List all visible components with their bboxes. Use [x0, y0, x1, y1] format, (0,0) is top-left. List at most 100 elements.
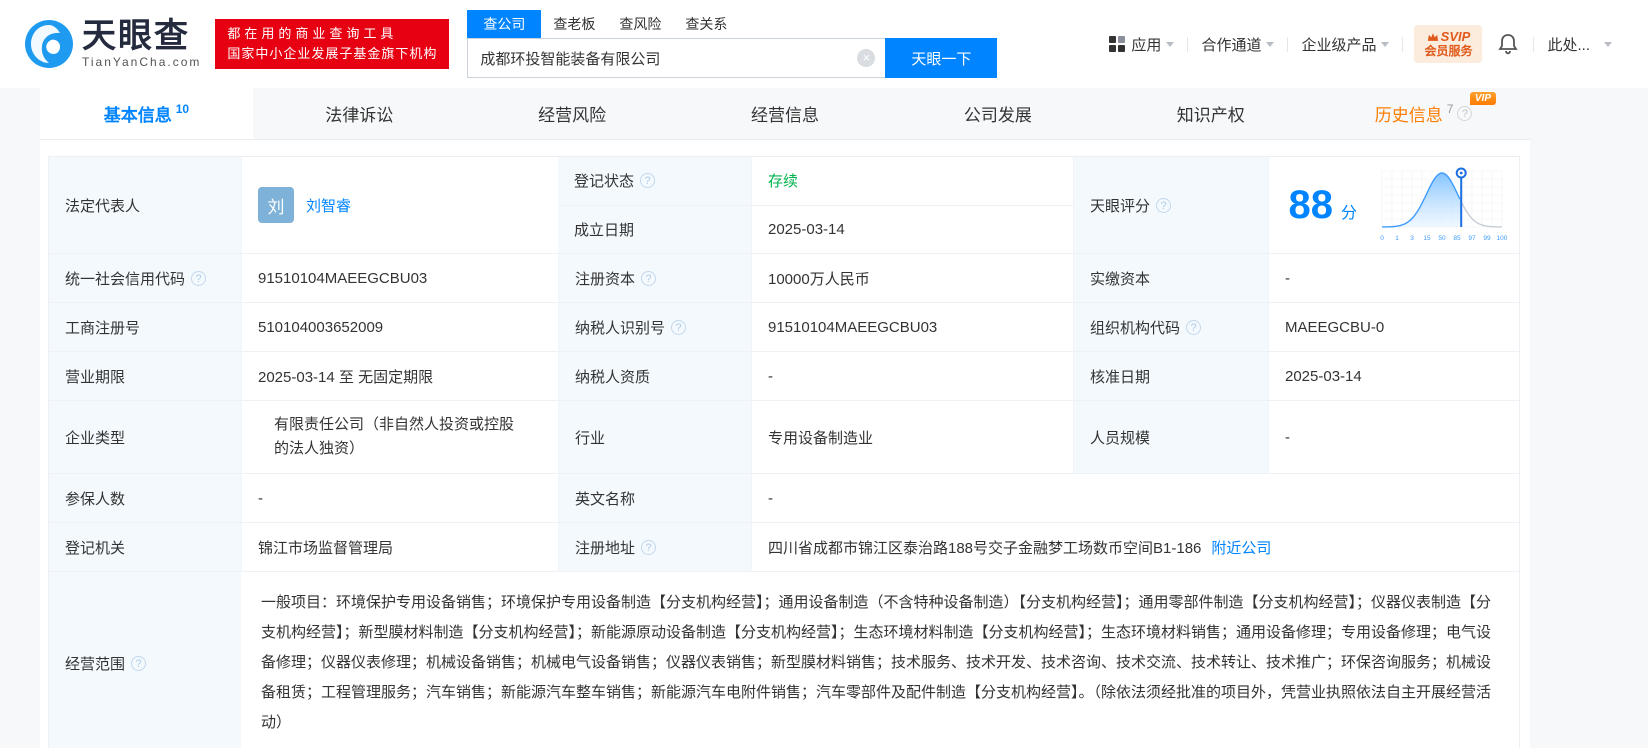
tab-history-info[interactable]: VIP 历史信息 7 ? — [1317, 88, 1530, 139]
company-info-table: 法定代表人 刘 刘智睿 登记状态? 存续 成立日期 2025-03-14 天眼评… — [48, 156, 1520, 748]
tab-legal-proceedings[interactable]: 法律诉讼 — [253, 88, 466, 139]
help-icon[interactable]: ? — [1186, 319, 1202, 335]
legal-rep-link[interactable]: 刘智睿 — [306, 195, 351, 216]
table-row: 企业类型 有限责任公司（非自然人投资或控股的法人独资） 行业 专用设备制造业 人… — [49, 401, 1519, 474]
search-tab-risk[interactable]: 查风险 — [607, 10, 673, 38]
svg-text:1: 1 — [1395, 235, 1399, 242]
help-icon[interactable]: ? — [641, 270, 657, 286]
chevron-down-icon — [1166, 41, 1175, 47]
taxpayer-qualification-value: - — [751, 352, 1073, 400]
company-type-value: 有限责任公司（非自然人投资或控股的法人独资） — [241, 401, 558, 473]
help-icon[interactable]: ? — [641, 539, 657, 555]
paid-capital-value: - — [1268, 254, 1519, 302]
paid-capital-label: 实缴资本 — [1073, 254, 1268, 302]
help-icon[interactable]: ? — [1156, 197, 1172, 213]
tab-count: 7 — [1446, 102, 1454, 116]
tab-operating-risk[interactable]: 经营风险 — [466, 88, 679, 139]
business-scope-value: 一般项目：环境保护专用设备销售；环境保护专用设备制造【分支机构经营】；通用设备制… — [261, 594, 1492, 731]
brand-name: 天眼查 — [82, 17, 190, 55]
business-term-value: 2025-03-14 至 无固定期限 — [241, 352, 558, 400]
help-icon[interactable]: ? — [131, 655, 147, 671]
chevron-down-icon — [1266, 41, 1275, 47]
table-row: 工商注册号 510104003652009 纳税人识别号? 91510104MA… — [49, 303, 1519, 352]
chevron-down-icon — [1381, 41, 1390, 47]
slogan-line2: 国家中小企业发展子基金旗下机构 — [227, 46, 438, 61]
reg-capital-label: 注册资本? — [558, 254, 751, 302]
approval-date-label: 核准日期 — [1073, 352, 1268, 400]
divider — [1287, 36, 1289, 52]
nav-enterprise-label: 企业级产品 — [1301, 36, 1377, 54]
notifications-button[interactable] — [1488, 33, 1528, 55]
search-tab-relation[interactable]: 查关系 — [673, 10, 739, 38]
search-tabs: 查公司 查老板 查风险 查关系 — [467, 10, 997, 38]
insured-count-label: 参保人数 — [49, 474, 241, 522]
slogan-line1: 都在用的商业查询工具 — [227, 26, 398, 41]
nav-partner-label: 合作通道 — [1201, 36, 1262, 54]
search-tab-boss[interactable]: 查老板 — [541, 10, 607, 38]
reg-address-value: 四川省成都市锦江区泰治路188号交子金融梦工场数币空间B1-186 附近公司 — [751, 523, 1519, 571]
nearby-companies-link[interactable]: 附近公司 — [1211, 537, 1271, 558]
uscc-label: 统一社会信用代码? — [49, 254, 241, 302]
tab-business-info[interactable]: 经营信息 — [679, 88, 892, 139]
reg-number-label: 工商注册号 — [49, 303, 241, 351]
nav-enterprise-products[interactable]: 企业级产品 — [1293, 34, 1397, 55]
search-button[interactable]: 天眼一下 — [885, 38, 998, 78]
reg-authority-value: 锦江市场监督管理局 — [241, 523, 558, 571]
avatar[interactable]: 刘 — [258, 187, 294, 223]
company-type-label: 企业类型 — [49, 401, 241, 473]
reg-authority-label: 登记机关 — [49, 523, 241, 571]
table-row: 营业期限 2025-03-14 至 无固定期限 纳税人资质 - 核准日期 202… — [49, 352, 1519, 401]
tab-count: 10 — [175, 102, 190, 116]
search-row: × 天眼一下 — [467, 38, 998, 78]
table-row: 统一社会信用代码? 91510104MAEEGCBU03 注册资本? 10000… — [49, 254, 1519, 303]
tab-basic-info[interactable]: 基本信息 10 — [40, 88, 253, 139]
svip-sublabel: 会员服务 — [1424, 44, 1473, 58]
business-scope-label: 经营范围? — [49, 572, 241, 748]
svg-text:50: 50 — [1438, 235, 1446, 242]
crown-icon — [1427, 32, 1438, 41]
tab-intellectual-property[interactable]: 知识产权 — [1104, 88, 1317, 139]
help-icon[interactable]: ? — [191, 270, 207, 286]
help-icon[interactable]: ? — [1457, 106, 1473, 121]
divider — [1533, 36, 1535, 52]
svg-text:100: 100 — [1497, 235, 1507, 242]
taxpayer-qualification-label: 纳税人资质 — [558, 352, 751, 400]
industry-label: 行业 — [558, 401, 751, 473]
nav-apps[interactable]: 应用 — [1101, 34, 1182, 55]
score-distribution-chart: 0 1 3 15 50 85 97 99 100 — [1380, 167, 1507, 242]
divider — [1402, 36, 1404, 52]
svg-text:85: 85 — [1453, 235, 1461, 242]
score-value: 88 分 0 1 3 15 50 85 97 99 100 — [1268, 157, 1519, 253]
nav-user-label: 此处... — [1547, 36, 1590, 54]
score-label: 天眼评分? — [1073, 157, 1268, 253]
nav-partner-channel[interactable]: 合作通道 — [1193, 34, 1282, 55]
insured-count-value: - — [241, 474, 558, 522]
tab-label: 法律诉讼 — [325, 106, 394, 125]
nav-user-menu[interactable]: 此处... — [1539, 34, 1620, 55]
search-tab-company[interactable]: 查公司 — [467, 10, 542, 38]
taxpayer-id-label: 纳税人识别号? — [558, 303, 751, 351]
tianyancha-logo-icon — [25, 20, 73, 68]
table-row: 登记状态? 存续 — [558, 157, 1073, 205]
svip-member-button[interactable]: SVIP 会员服务 — [1414, 25, 1483, 63]
tianyancha-logo[interactable]: 天眼查 TianYanCha.com — [24, 19, 201, 69]
org-code-value: MAEEGCBU-0 — [1268, 303, 1519, 351]
page: 天眼查 TianYanCha.com 都在用的商业查询工具 国家中小企业发展子基… — [0, 0, 1648, 748]
table-row: 登记机关 锦江市场监督管理局 注册地址? 四川省成都市锦江区泰治路188号交子金… — [49, 523, 1519, 572]
business-term-label: 营业期限 — [49, 352, 241, 400]
table-row: 法定代表人 刘 刘智睿 登记状态? 存续 成立日期 2025-03-14 天眼评… — [49, 157, 1519, 254]
svg-text:3: 3 — [1410, 235, 1414, 242]
site-header: 天眼查 TianYanCha.com 都在用的商业查询工具 国家中小企业发展子基… — [0, 0, 1648, 88]
search-input[interactable] — [467, 38, 886, 78]
svg-text:97: 97 — [1468, 235, 1476, 242]
tab-label: 经营信息 — [751, 106, 819, 125]
slogan-badge: 都在用的商业查询工具 国家中小企业发展子基金旗下机构 — [215, 19, 450, 69]
bell-icon — [1498, 34, 1519, 55]
search-area: 查公司 查老板 查风险 查关系 × 天眼一下 — [467, 10, 998, 78]
help-icon[interactable]: ? — [671, 319, 687, 335]
taxpayer-id-value: 91510104MAEEGCBU03 — [751, 303, 1073, 351]
tab-company-development[interactable]: 公司发展 — [891, 88, 1104, 139]
help-icon[interactable]: ? — [640, 173, 656, 189]
nav-apps-label: 应用 — [1131, 36, 1162, 54]
vip-badge: VIP — [1469, 92, 1497, 105]
